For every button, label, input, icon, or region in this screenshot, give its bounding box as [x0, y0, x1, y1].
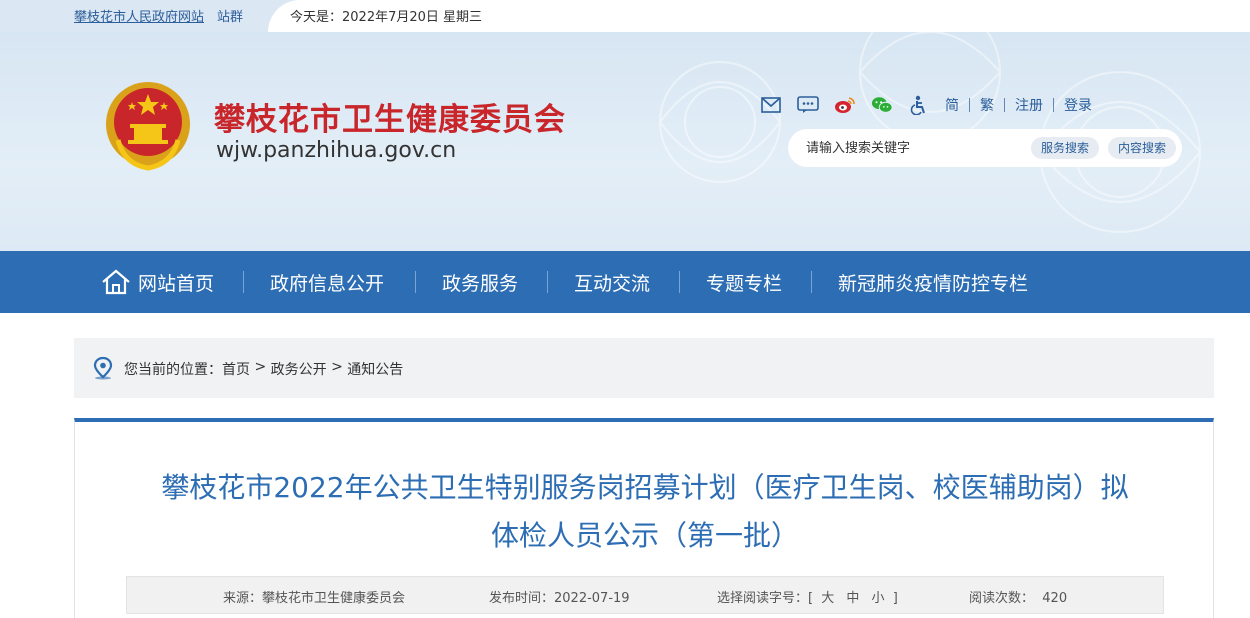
article-title-line: 体检人员公示（第一批） — [490, 519, 799, 552]
article-views: 阅读次数： 420 — [969, 587, 1067, 606]
home-icon — [102, 269, 130, 295]
views-value: 420 — [1042, 591, 1068, 606]
breadcrumb-item-home[interactable]: 首页 — [222, 359, 250, 379]
nav-divider — [547, 271, 548, 293]
main-navigation: 网站首页 政府信息公开 政务服务 互动交流 专题专栏 新冠肺炎疫情防控专栏 — [0, 251, 1250, 313]
government-site-link[interactable]: 攀枝花市人民政府网站 — [74, 6, 204, 25]
nav-item-covid-prevention[interactable]: 新冠肺炎疫情防控专栏 — [838, 251, 1028, 313]
article-title: 攀枝花市2022年公共卫生特别服务岗招募计划（医疗卫生岗、校医辅助岗）拟 体检人… — [115, 464, 1175, 560]
breadcrumb-trail: 您当前的位置： 首页 > 政务公开 > 通知公告 — [124, 359, 403, 379]
date-label: 发布时间： — [489, 591, 555, 606]
nav-item-label: 互动交流 — [574, 272, 651, 295]
bracket: ] — [892, 591, 898, 606]
nav-item-label: 新冠肺炎疫情防控专栏 — [838, 272, 1029, 295]
site-header: 攀枝花市卫生健康委员会 wjw.panzhihua.gov.cn 简 繁 注册 … — [0, 32, 1250, 251]
breadcrumb-label: 您当前的位置： — [124, 362, 222, 378]
top-bar: 攀枝花市人民政府网站 站群 今天是：2022年7月20日 星期三 — [0, 0, 1250, 32]
search-input[interactable] — [806, 138, 1026, 158]
article-title-line: 攀枝花市2022年公共卫生特别服务岗招募计划（医疗卫生岗、校医辅助岗）拟 — [161, 471, 1129, 504]
article-source: 来源：攀枝花市卫生健康委员会 — [223, 587, 405, 606]
font-size-medium-button[interactable]: 中 — [846, 591, 859, 606]
nav-divider — [679, 271, 680, 293]
breadcrumb-item-government-affairs[interactable]: 政务公开 — [271, 359, 327, 379]
breadcrumb-separator: > — [250, 359, 271, 375]
nav-divider — [811, 271, 812, 293]
nav-item-interaction[interactable]: 互动交流 — [574, 251, 650, 313]
organization-title: 攀枝花市卫生健康委员会 — [214, 102, 566, 138]
organization-domain: wjw.panzhihua.gov.cn — [216, 138, 457, 163]
font-size-large-button[interactable]: 大 — [821, 591, 834, 606]
nav-item-government-info[interactable]: 政府信息公开 — [270, 251, 384, 313]
font-size-small-button[interactable]: 小 — [872, 591, 885, 606]
nav-item-special-topics[interactable]: 专题专栏 — [706, 251, 782, 313]
traditional-chinese-link[interactable]: 繁 — [980, 95, 994, 115]
source-value: 攀枝花市卫生健康委员会 — [262, 591, 406, 606]
nav-item-home[interactable]: 网站首页 — [100, 251, 214, 313]
register-link[interactable]: 注册 — [1015, 95, 1043, 115]
wechat-icon[interactable] — [871, 94, 893, 116]
date-value: 2022-07-19 — [554, 591, 630, 606]
weibo-icon[interactable] — [834, 94, 856, 116]
nav-divider — [243, 271, 244, 293]
content-search-button[interactable]: 内容搜索 — [1108, 137, 1177, 159]
nav-item-label: 网站首页 — [138, 272, 215, 295]
breadcrumb-separator: > — [326, 359, 348, 375]
nav-divider — [415, 271, 416, 293]
article-date: 发布时间：2022-07-19 — [489, 587, 630, 606]
accessibility-icon[interactable] — [908, 94, 930, 116]
divider — [1053, 98, 1054, 112]
search-box: 服务搜索 内容搜索 — [788, 129, 1182, 167]
nav-item-government-services[interactable]: 政务服务 — [442, 251, 518, 313]
today-date: 今天是：2022年7月20日 星期三 — [290, 10, 483, 25]
source-label: 来源： — [223, 591, 263, 606]
font-size-selector: 选择阅读字号：[ 大 中 小 ] — [717, 587, 898, 606]
divider — [1004, 98, 1005, 112]
nav-item-label: 专题专栏 — [706, 272, 783, 295]
breadcrumb-item-notices[interactable]: 通知公告 — [347, 359, 403, 379]
views-label: 阅读次数： — [969, 591, 1035, 606]
national-emblem-icon — [106, 82, 190, 171]
font-size-label: 选择阅读字号： — [717, 591, 809, 606]
login-link[interactable]: 登录 — [1064, 95, 1092, 115]
mail-icon[interactable] — [760, 94, 782, 116]
site-group-link[interactable]: 站群 — [217, 6, 243, 25]
header-tools: 简 繁 注册 登录 — [760, 94, 1092, 116]
simplified-chinese-link[interactable]: 简 — [945, 95, 959, 115]
breadcrumb: 您当前的位置： 首页 > 政务公开 > 通知公告 — [74, 338, 1214, 398]
nav-item-label: 政府信息公开 — [270, 272, 385, 295]
service-search-button[interactable]: 服务搜索 — [1031, 137, 1100, 159]
nav-item-label: 政务服务 — [442, 272, 519, 295]
article-meta-bar: 来源：攀枝花市卫生健康委员会 发布时间：2022-07-19 选择阅读字号：[ … — [126, 576, 1164, 614]
divider — [969, 98, 970, 112]
message-icon[interactable] — [797, 94, 819, 116]
article-container: 攀枝花市2022年公共卫生特别服务岗招募计划（医疗卫生岗、校医辅助岗）拟 体检人… — [74, 418, 1214, 618]
location-pin-icon — [93, 356, 113, 380]
bracket: [ — [808, 591, 814, 606]
